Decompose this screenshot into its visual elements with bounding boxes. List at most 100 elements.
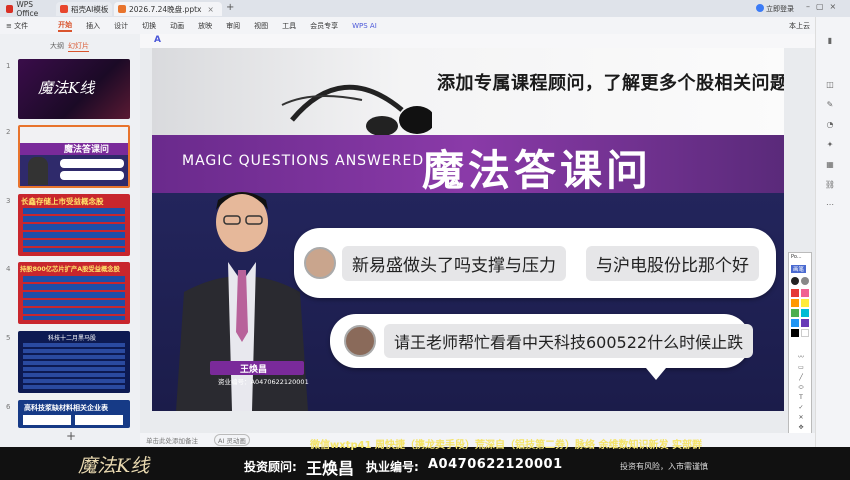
menu-member[interactable]: 会员专享: [310, 21, 338, 31]
edit-icon[interactable]: ✎: [824, 100, 836, 110]
slide-thumb-title: 科技十二月黑马股: [48, 335, 97, 342]
menu-slideshow[interactable]: 放映: [198, 21, 212, 31]
slide-thumb-6[interactable]: 高科技浆缺材料相关企业表: [18, 400, 130, 428]
slide-thumb-1[interactable]: 魔法K线: [18, 59, 130, 119]
pptx-icon: [118, 5, 126, 13]
color-swatch[interactable]: [791, 289, 799, 297]
risk-warning: 投资有风险，入市需谨慎: [620, 462, 708, 471]
slide-subtitle: 添加专属课程顾问，了解更多个股相关问题: [437, 73, 784, 94]
slide-thumb-title: 魔法答课问: [64, 145, 110, 155]
slide-thumb-title: 魔法K线: [38, 79, 95, 97]
close-tab-icon[interactable]: ×: [207, 5, 213, 14]
slide[interactable]: 添加专属课程顾问，了解更多个股相关问题 MAGIC QUESTIONS ANSW…: [152, 48, 784, 411]
menu-transition[interactable]: 切换: [142, 21, 156, 31]
slide-number: 5: [6, 334, 11, 342]
headset-image: [281, 84, 432, 135]
tab-slides[interactable]: 幻灯片: [68, 41, 89, 52]
color-swatch[interactable]: [801, 309, 809, 317]
presenter-name-tag: 王焕昌: [210, 361, 304, 375]
tab-pptx[interactable]: 2026.7.24晚盘.pptx ×: [114, 2, 222, 16]
more-icon[interactable]: ⋯: [824, 200, 836, 210]
cloud-status[interactable]: 本上云: [789, 21, 810, 31]
template-icon: [60, 5, 68, 13]
slide-thumb-3[interactable]: 长鑫存储上市受益概念股: [18, 194, 130, 256]
bubble-tail: [646, 368, 666, 380]
shape-tools[interactable]: 〰 ▭ ╱ ⬭ T ✓ ✕ ✥: [792, 353, 810, 433]
question-2: 与沪电股份比那个好: [586, 245, 759, 281]
advisor-name: 王焕昌: [306, 459, 355, 478]
presenter-name: 王焕昌: [240, 365, 268, 375]
user-avatar: [344, 325, 376, 357]
advisor-label: 投资顾问:: [244, 460, 297, 474]
cert-label: 执业编号:: [366, 460, 419, 474]
menu-insert[interactable]: 插入: [86, 21, 100, 31]
slide-thumb-title: 持股800亿芯片扩产A股受益概念股: [20, 266, 120, 273]
color-swatch[interactable]: [791, 329, 799, 337]
scrolling-ticker: 微信wxtp41 周快捷（携龙卖手段）荒深自（铝技第二券）脉络 余维数知识新发 …: [310, 440, 702, 451]
slide-header: 添加专属课程顾问，了解更多个股相关问题: [152, 48, 784, 135]
chinese-title: 魔法答课问: [422, 146, 653, 195]
presenter-cert: 资业编号：A0470622120001: [218, 378, 309, 386]
slide-number: 6: [6, 403, 11, 411]
color-swatch[interactable]: [801, 289, 809, 297]
question-3: 请王老师帮忙看看中天科技600522什么时候止跌: [384, 324, 754, 358]
pen-palette[interactable]: Po... 画笔 〰 ▭ ╱ ⬭ T ✓ ✕ ✥: [788, 252, 812, 449]
slide-number: 4: [6, 265, 11, 273]
color-swatch[interactable]: [791, 309, 799, 317]
slide-thumb-4[interactable]: 持股800亿芯片扩产A股受益概念股: [18, 262, 130, 324]
menu-tools[interactable]: 工具: [282, 21, 296, 31]
question-bubble-bottom: 请王老师帮忙看看中天科技600522什么时候止跌: [330, 314, 754, 368]
color-swatch[interactable]: [801, 319, 809, 327]
file-menu[interactable]: ≡ 文件: [6, 21, 28, 31]
menu-home[interactable]: 开始: [58, 20, 73, 32]
cert-number: A0470622120001: [428, 457, 563, 472]
tab-label: 稻壳AI模板: [71, 4, 109, 14]
login-link[interactable]: 立即登录: [766, 4, 794, 14]
question-bubble-top: 新易盛做头了吗支撑与压力 与沪电股份比那个好: [294, 228, 776, 298]
color-swatch[interactable]: [791, 277, 799, 285]
english-title: MAGIC QUESTIONS ANSWERED: [182, 153, 425, 169]
slide-thumb-2[interactable]: 魔法答课问: [18, 125, 130, 188]
color-swatch[interactable]: [791, 319, 799, 327]
slide-thumb-title: 长鑫存储上市受益概念股: [21, 197, 104, 206]
ribbon-menu: ≡ 文件 开始 插入 设计 切换 动画 放映 审阅 视图 工具 会员专享 WPS…: [0, 17, 850, 35]
avatar[interactable]: [756, 4, 764, 12]
color-swatch[interactable]: [801, 277, 809, 285]
tab-label: WPS Office: [16, 0, 39, 18]
tab-wps-office[interactable]: WPS Office: [2, 0, 54, 18]
add-slide-button[interactable]: +: [66, 429, 76, 443]
format-icon[interactable]: ◫: [824, 80, 836, 90]
color-swatch[interactable]: [801, 299, 809, 307]
tab-template[interactable]: 稻壳AI模板: [56, 2, 112, 16]
menu-view[interactable]: 视图: [254, 21, 268, 31]
animation-icon[interactable]: ✦: [824, 140, 836, 150]
wps-ai-icon[interactable]: A: [154, 35, 161, 45]
menu-animation[interactable]: 动画: [170, 21, 184, 31]
menu-design[interactable]: 设计: [114, 21, 128, 31]
question-1: 新易盛做头了吗支撑与压力: [342, 245, 566, 281]
tab-label: 2026.7.24晚盘.pptx: [129, 4, 202, 14]
color-swatch[interactable]: [791, 299, 799, 307]
banner-logo: 魔法K线: [78, 455, 150, 477]
ai-animation-button[interactable]: AI 灵动画: [214, 434, 250, 446]
menu-review[interactable]: 审阅: [226, 21, 240, 31]
bottom-banner: 魔法K线 投资顾问: 王焕昌 执业编号: A0470622120001 投资有风…: [0, 447, 850, 480]
slide-number: 1: [6, 62, 11, 70]
palette-title: Po...: [791, 254, 802, 260]
color-swatch[interactable]: [801, 329, 809, 337]
add-tab-button[interactable]: +: [226, 2, 234, 13]
pen-tool[interactable]: 画笔: [791, 265, 807, 273]
tab-outline[interactable]: 大纲: [50, 41, 64, 51]
user-avatar: [304, 247, 336, 279]
wps-icon: [6, 5, 14, 13]
scrollbar-thumb[interactable]: ▮: [824, 36, 836, 46]
design-icon[interactable]: ◔: [824, 120, 836, 130]
menu-wps-ai[interactable]: WPS AI: [352, 22, 377, 30]
notes-placeholder[interactable]: 单击此处添加备注: [146, 435, 198, 445]
slide-number: 3: [6, 197, 11, 205]
window-controls[interactable]: –▢×: [806, 2, 842, 11]
title-bar: WPS Office 稻壳AI模板 2026.7.24晚盘.pptx × + 立…: [0, 0, 850, 18]
link-icon[interactable]: ⛓: [824, 180, 836, 190]
slide-thumb-5[interactable]: 科技十二月黑马股: [18, 331, 130, 393]
layout-icon[interactable]: ▦: [824, 160, 836, 170]
